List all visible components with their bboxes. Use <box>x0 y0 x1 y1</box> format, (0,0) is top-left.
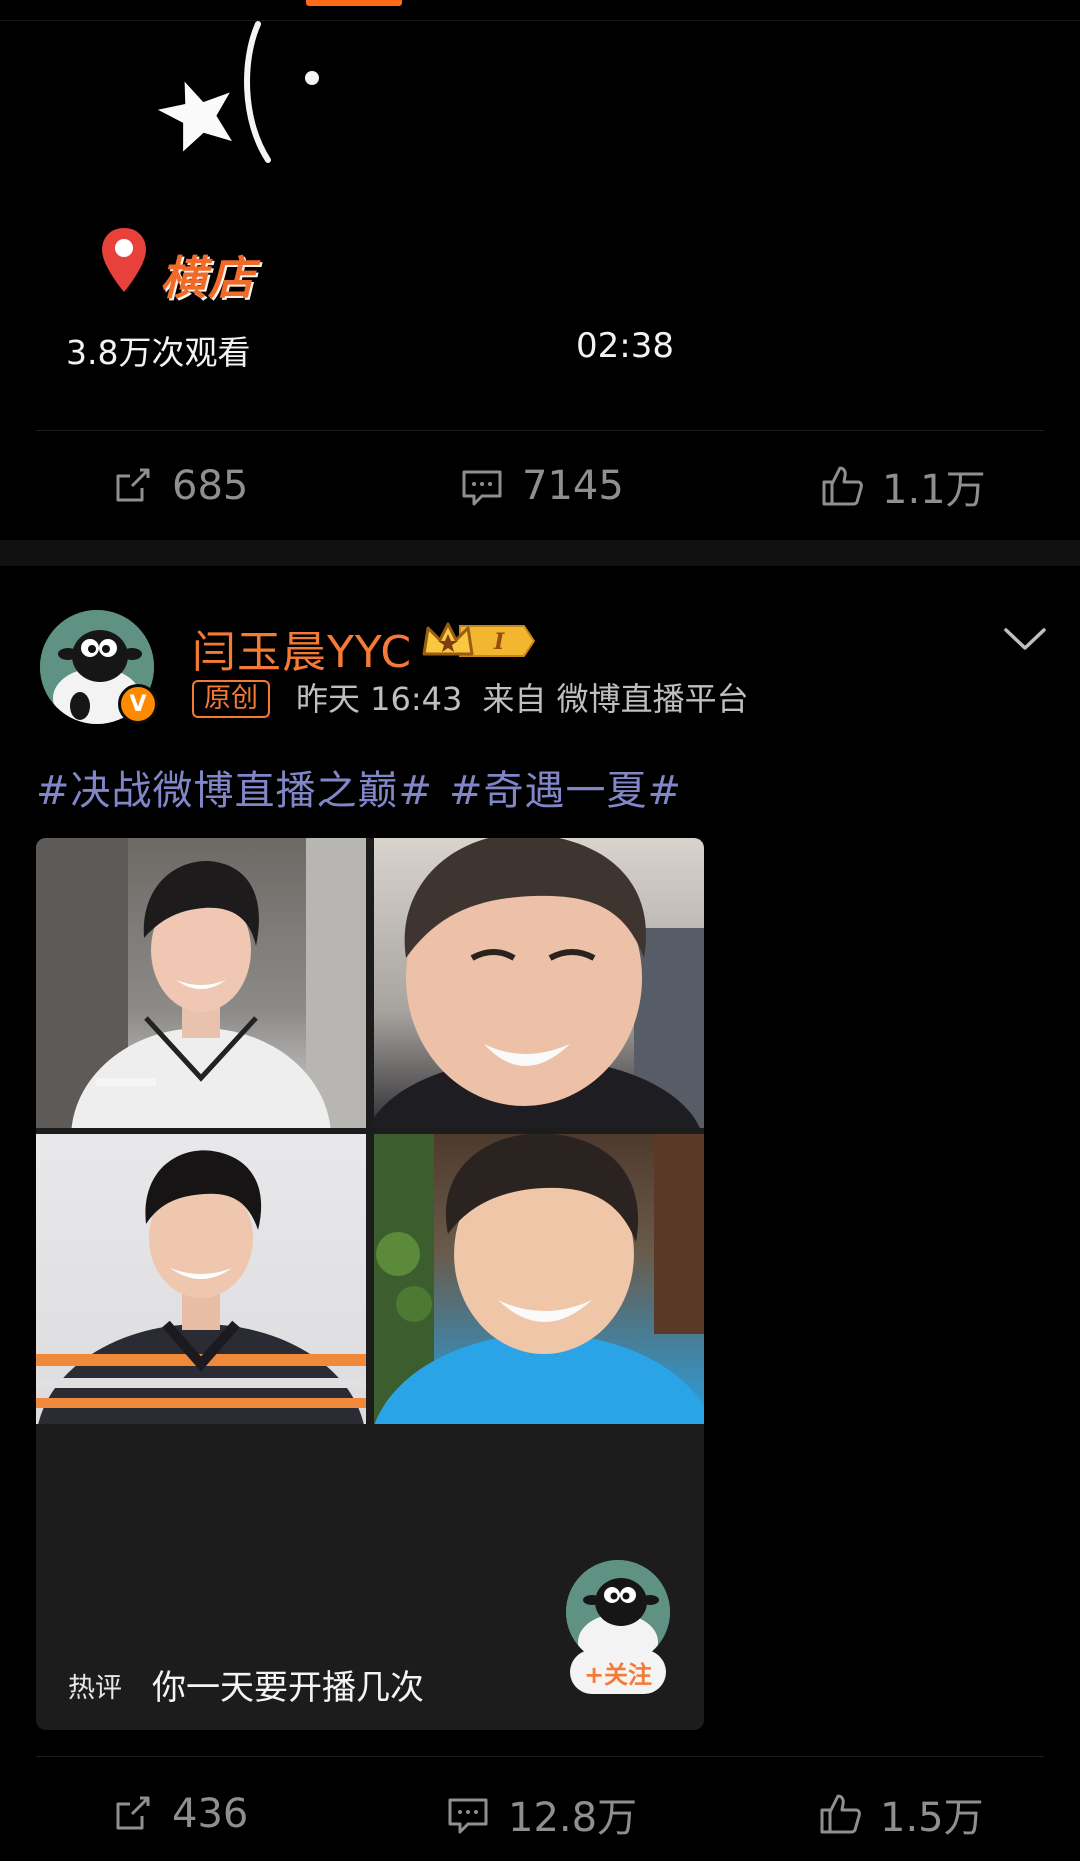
video-tile <box>36 1134 366 1424</box>
verified-badge: V <box>118 684 158 724</box>
like-count: 1.5万 <box>880 1795 984 1841</box>
divider <box>36 1756 1044 1757</box>
person-image <box>36 838 366 1128</box>
like-button[interactable]: 1.1万 <box>820 446 986 526</box>
repost-icon <box>116 1796 150 1830</box>
weibo-post-card: V 闫玉晨YYC I 原创 昨天 16:43 来自 微博直播平台 #决战微博直播之… <box>0 566 1080 1861</box>
comment-count: 7145 <box>522 463 624 509</box>
follow-button[interactable]: +关注 <box>570 1650 666 1694</box>
original-tag: 原创 <box>192 680 270 718</box>
hashtag-line: #决战微博直播之巅# #奇遇一夏# <box>36 758 698 816</box>
hot-comment-text[interactable]: 你一天要开播几次 <box>152 1660 424 1709</box>
comment-icon <box>448 1798 488 1834</box>
repost-icon <box>116 468 150 502</box>
repost-button[interactable]: 685 <box>110 446 248 526</box>
post-separator <box>0 540 1080 566</box>
divider <box>36 430 1044 431</box>
star-doodle-graphic <box>157 21 319 163</box>
like-button[interactable]: 1.5万 <box>818 1774 984 1854</box>
video-duration: 02:38 <box>576 326 674 366</box>
hashtag-link[interactable]: #奇遇一夏# <box>449 768 682 814</box>
hashtag-link[interactable]: #决战微博直播之巅# <box>36 768 433 814</box>
hot-comment-label: 热评 <box>68 1673 122 1704</box>
like-count: 1.1万 <box>882 467 986 513</box>
live-replay-media[interactable]: +关注 热评 你一天要开播几次 <box>36 838 704 1730</box>
like-icon <box>820 1794 861 1834</box>
post-meta: 昨天 16:43 来自 微博直播平台 <box>296 680 769 718</box>
previous-post-card: 横店 3.8万次观看 02:38 685 7145 1.1万 <box>0 0 1080 540</box>
chevron-down-icon[interactable] <box>1002 620 1048 656</box>
video-tile <box>374 838 704 1128</box>
video-tile <box>374 1134 704 1424</box>
location-pin-icon <box>102 228 146 292</box>
streamer-avatar[interactable] <box>566 1560 670 1664</box>
post-time: 昨天 16:43 <box>296 680 463 718</box>
person-image <box>36 1150 366 1424</box>
action-bar: 436 12.8万 1.5万 <box>0 1774 1080 1854</box>
comment-button[interactable]: 7145 <box>460 446 624 526</box>
like-icon <box>822 466 863 506</box>
sheep-avatar-graphic <box>566 1560 670 1664</box>
vip-level: I <box>493 629 505 655</box>
person-image <box>374 1134 704 1424</box>
location-label[interactable]: 横店 <box>160 242 256 308</box>
comment-count: 12.8万 <box>508 1795 638 1841</box>
repost-button[interactable]: 436 <box>110 1774 248 1854</box>
view-count: 3.8万次观看 <box>66 333 251 372</box>
username[interactable]: 闫玉晨YYC <box>192 616 412 680</box>
vip-crown-icon: I <box>422 622 536 657</box>
repost-count: 436 <box>172 1791 249 1837</box>
video-tile <box>36 838 366 1128</box>
post-source: 来自 微博直播平台 <box>482 680 749 718</box>
action-bar: 685 7145 1.1万 <box>0 446 1080 526</box>
repost-count: 685 <box>172 463 249 509</box>
person-image <box>374 838 704 1128</box>
comment-button[interactable]: 12.8万 <box>446 1774 637 1854</box>
active-tab-indicator <box>306 0 402 6</box>
comment-icon <box>462 470 502 506</box>
